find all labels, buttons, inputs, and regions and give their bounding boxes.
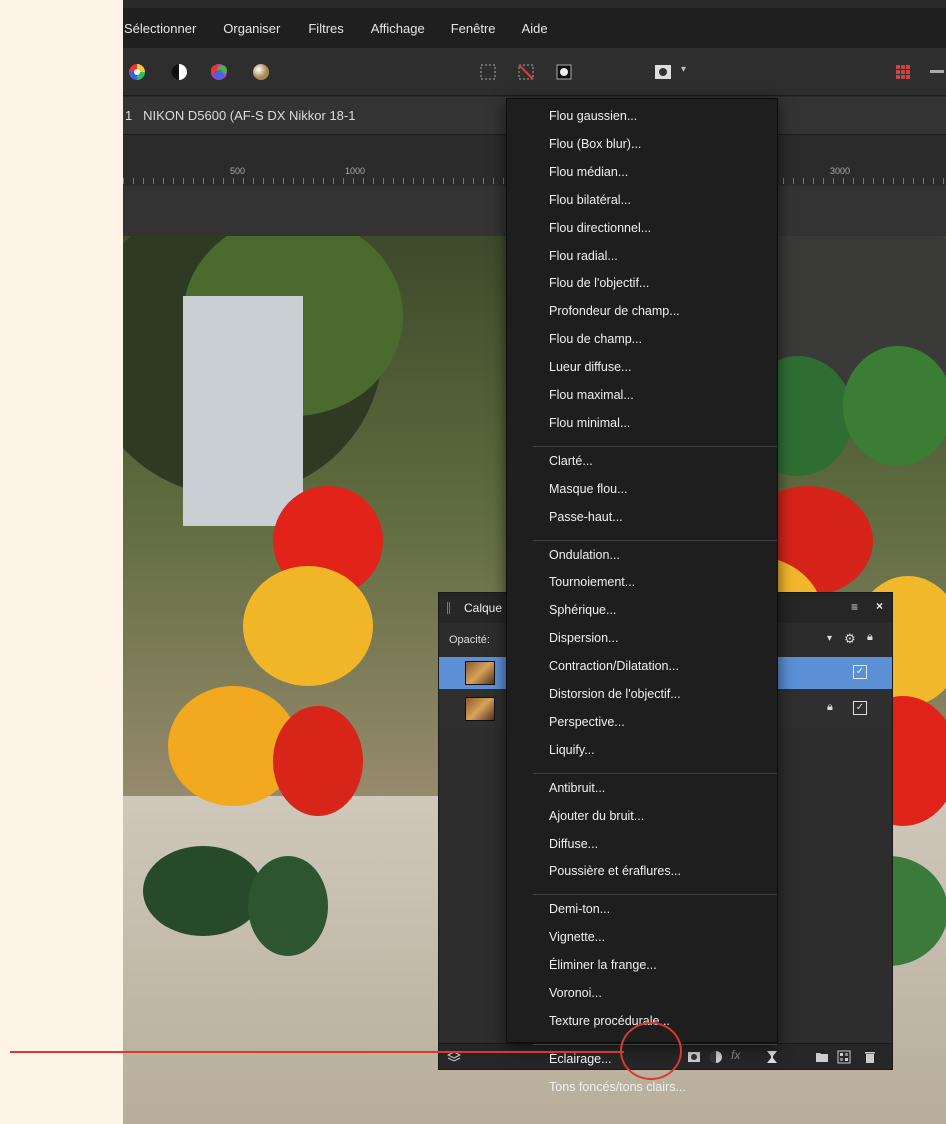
- menu-selectionner[interactable]: Sélectionner: [124, 21, 196, 36]
- filter-menu-item[interactable]: Flou médian...: [549, 165, 628, 179]
- color-wheel-icon[interactable]: [127, 62, 147, 82]
- filter-menu-item[interactable]: Diffuse...: [549, 837, 598, 851]
- fx-icon[interactable]: fx: [731, 1048, 745, 1062]
- filter-menu-item[interactable]: Flou de champ...: [549, 332, 642, 346]
- filter-menu-item[interactable]: Dispersion...: [549, 631, 618, 645]
- chevron-down-icon[interactable]: ▾: [827, 633, 832, 644]
- menu-fenetre[interactable]: Fenêtre: [451, 21, 496, 36]
- incense-bundle-green: [843, 346, 946, 466]
- tab-layers[interactable]: Calque: [464, 601, 502, 615]
- filter-menu-item[interactable]: Éliminer la frange...: [549, 958, 657, 972]
- lock-icon[interactable]: 🔒︎: [827, 701, 833, 714]
- layer-thumbnail: [465, 661, 495, 685]
- filter-menu-item[interactable]: Masque flou...: [549, 482, 628, 496]
- live-filter-icon[interactable]: [765, 1050, 779, 1064]
- filter-menu-item[interactable]: Distorsion de l'objectif...: [549, 687, 681, 701]
- filter-menu-item[interactable]: Contraction/Dilatation...: [549, 659, 679, 673]
- filter-menu-item[interactable]: Voronoi...: [549, 986, 602, 1000]
- panel-menu-icon[interactable]: ≡: [851, 600, 858, 614]
- menu-affichage[interactable]: Affichage: [371, 21, 425, 36]
- contrast-icon[interactable]: [169, 62, 189, 82]
- filter-menu-item[interactable]: Éclairage...: [549, 1052, 612, 1066]
- ruler-label: 500: [230, 166, 246, 176]
- filter-menu-item[interactable]: Clarté...: [549, 454, 593, 468]
- affinity-photo-window: Sélectionner Organiser Filtres Affichage…: [123, 0, 946, 1124]
- gear-icon[interactable]: ⚙: [844, 631, 856, 647]
- filter-menu-item[interactable]: Liquify...: [549, 743, 595, 757]
- menu-separator: [533, 539, 777, 541]
- grid-icon[interactable]: [893, 62, 913, 82]
- adjustment-icon[interactable]: [709, 1050, 723, 1064]
- opacity-label: Opacité:: [449, 634, 490, 646]
- trash-icon[interactable]: [863, 1050, 877, 1064]
- filter-menu-item[interactable]: Passe-haut...: [549, 510, 623, 524]
- filter-menu-item[interactable]: Sphérique...: [549, 603, 616, 617]
- mask-layer-icon[interactable]: [687, 1050, 701, 1064]
- no-selection-icon[interactable]: [516, 62, 536, 82]
- quick-mask-icon[interactable]: [653, 62, 673, 82]
- filter-menu-item[interactable]: Demi-ton...: [549, 902, 610, 916]
- pixel-layer-icon[interactable]: [837, 1050, 851, 1064]
- filter-menu-item[interactable]: Flou directionnel...: [549, 221, 651, 235]
- close-icon[interactable]: ×: [876, 599, 883, 613]
- toolbar: ▾: [123, 48, 946, 96]
- sphere-icon[interactable]: [251, 62, 271, 82]
- filter-menu-item[interactable]: Flou maximal...: [549, 388, 634, 402]
- menu-filtres[interactable]: Filtres: [308, 21, 343, 36]
- menu-organiser[interactable]: Organiser: [223, 21, 280, 36]
- filter-menu-item[interactable]: Flou de l'objectif...: [549, 276, 649, 290]
- mask-icon[interactable]: [554, 62, 574, 82]
- filter-menu-item[interactable]: Flou (Box blur)...: [549, 137, 641, 151]
- filter-menu-item[interactable]: Lueur diffuse...: [549, 360, 631, 374]
- filter-menu-item[interactable]: Ondulation...: [549, 548, 620, 562]
- filter-menu-item[interactable]: Flou gaussien...: [549, 109, 637, 123]
- incense-bundle-yellow: [243, 566, 373, 686]
- menu-bar: Sélectionner Organiser Filtres Affichage…: [123, 8, 946, 48]
- visibility-checkbox[interactable]: ✓: [853, 701, 867, 715]
- filter-menu-item[interactable]: Profondeur de champ...: [549, 304, 680, 318]
- snapping-icon[interactable]: [928, 62, 946, 82]
- visibility-checkbox[interactable]: ✓: [853, 665, 867, 679]
- layer-thumbnail: [465, 697, 495, 721]
- menu-separator: [533, 894, 777, 896]
- annotation-highlight-circle: [620, 1022, 682, 1080]
- filter-menu-item[interactable]: Flou radial...: [549, 249, 618, 263]
- ruler-label: 1000: [345, 166, 366, 176]
- lock-icon[interactable]: 🔒︎: [867, 631, 873, 644]
- drag-handle-icon[interactable]: [447, 602, 450, 614]
- menu-aide[interactable]: Aide: [522, 21, 548, 36]
- filter-menu-item[interactable]: Tons foncés/tons clairs...: [549, 1080, 686, 1094]
- building-wall: [183, 296, 303, 526]
- filter-menu-item[interactable]: Flou bilatéral...: [549, 193, 631, 207]
- marquee-icon[interactable]: [478, 62, 498, 82]
- annotation-pointer-line: [10, 1051, 624, 1053]
- filters-dropdown-menu: Flou gaussien... Flou (Box blur)... Flou m…: [506, 98, 778, 1094]
- filter-menu-item[interactable]: Perspective...: [549, 715, 625, 729]
- filter-menu-item[interactable]: Flou minimal...: [549, 416, 630, 430]
- menu-separator: [533, 772, 777, 774]
- incense-bundle-green: [143, 846, 263, 936]
- ruler-label: 3000: [830, 166, 851, 176]
- filter-menu-item[interactable]: Ajouter du bruit...: [549, 809, 644, 823]
- chevron-down-icon[interactable]: ▾: [681, 64, 686, 75]
- filter-menu-item[interactable]: Tournoiement...: [549, 575, 635, 589]
- menu-separator: [533, 445, 777, 447]
- filter-menu-item[interactable]: Vignette...: [549, 930, 605, 944]
- incense-bundle-red: [273, 706, 363, 816]
- camera-info: 1 NIKON D5600 (AF-S DX Nikkor 18-1: [125, 108, 356, 123]
- group-icon[interactable]: [815, 1050, 829, 1064]
- incense-bundle-green: [248, 856, 328, 956]
- filter-menu-item[interactable]: Poussière et éraflures...: [549, 864, 681, 878]
- rgb-circles-icon[interactable]: [209, 62, 229, 82]
- filter-menu-item[interactable]: Antibruit...: [549, 781, 605, 795]
